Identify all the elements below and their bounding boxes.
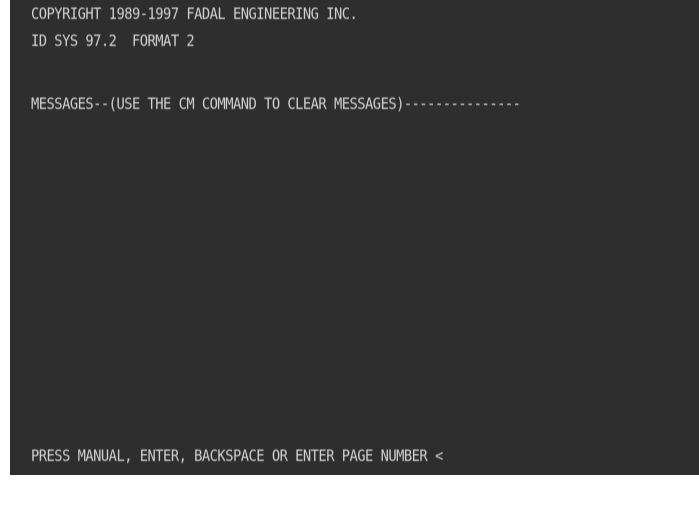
system-id-line: ID SYS 97.2 FORMAT 2 <box>31 31 195 50</box>
command-prompt[interactable]: PRESS MANUAL, ENTER, BACKSPACE OR ENTER … <box>31 446 443 466</box>
copyright-line: COPYRIGHT 1989-1997 FADAL ENGINEERING IN… <box>31 4 358 23</box>
cnc-terminal-screen: COPYRIGHT 1989-1997 FADAL ENGINEERING IN… <box>10 0 699 475</box>
messages-header: MESSAGES--(USE THE CM COMMAND TO CLEAR M… <box>31 94 521 113</box>
